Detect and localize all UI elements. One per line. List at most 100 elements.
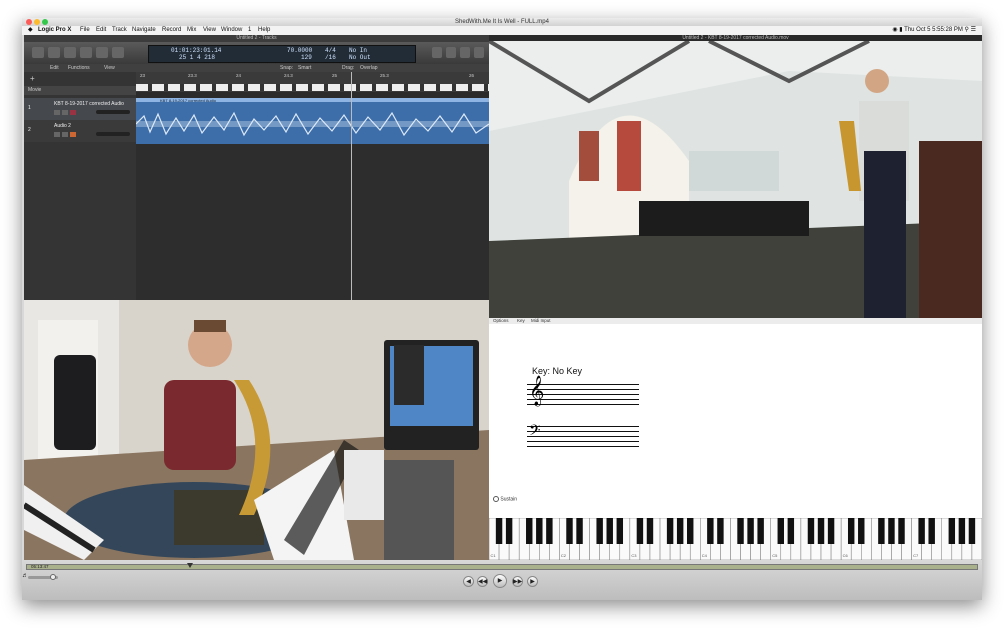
menu-window[interactable]: Window (221, 26, 242, 35)
toolbar-button[interactable] (64, 47, 76, 58)
volume-slider[interactable] (96, 132, 130, 136)
black-key[interactable] (666, 518, 674, 544)
audio-region[interactable]: KBT 8-19-2017 corrected Audio (136, 98, 489, 144)
menu-help[interactable]: Help (258, 26, 270, 35)
bar-ruler[interactable]: 23 23.3 24 24.3 25 25.3 26 (136, 72, 489, 92)
menu-file[interactable]: File (80, 26, 90, 35)
smart-controls-button[interactable] (96, 47, 108, 58)
black-key[interactable] (948, 518, 956, 544)
notification-center-icon[interactable]: ☰ (971, 27, 976, 33)
play-button[interactable]: ▶ (493, 574, 507, 588)
black-key[interactable] (636, 518, 644, 544)
arrange-area[interactable] (136, 144, 489, 300)
black-key[interactable] (536, 518, 543, 544)
black-key[interactable] (757, 518, 764, 544)
black-key[interactable] (707, 518, 714, 544)
notation-panel: Options Key Midi Input Key: No Key 𝄞 𝄢 S… (489, 318, 982, 518)
menu-navigate[interactable]: Navigate (132, 26, 156, 35)
black-key[interactable] (787, 518, 795, 544)
key-menu[interactable]: Key (517, 318, 525, 324)
black-key[interactable] (717, 518, 724, 544)
volume-slider[interactable] (96, 110, 130, 114)
menu-mix[interactable]: Mix (187, 26, 196, 35)
black-key[interactable] (495, 518, 503, 544)
wifi-icon[interactable]: ◉ (892, 27, 897, 33)
black-key[interactable] (878, 518, 885, 544)
black-key[interactable] (918, 518, 925, 544)
black-key[interactable] (546, 518, 553, 544)
inspector-button[interactable] (48, 47, 60, 58)
volume-slider[interactable]: ♬ (22, 573, 58, 580)
black-key[interactable] (606, 518, 613, 544)
black-key[interactable] (676, 518, 684, 544)
black-key[interactable] (646, 518, 654, 544)
clock[interactable]: Thu Oct 5 5:55:28 PM (904, 27, 963, 33)
snap-menu[interactable]: Smart (298, 64, 311, 72)
apple-menu-icon[interactable]: ◆ (28, 26, 33, 35)
drag-menu[interactable]: Overlap (360, 64, 378, 72)
solo-button[interactable] (62, 110, 68, 115)
loop-browser-button[interactable] (460, 47, 470, 58)
track-header-1[interactable]: 1 KBT 8-19-2017 corrected Audio (24, 98, 136, 120)
black-key[interactable] (616, 518, 624, 544)
black-key[interactable] (505, 518, 513, 544)
mute-button[interactable] (54, 110, 60, 115)
menu-track[interactable]: Track (112, 26, 127, 35)
black-key[interactable] (576, 518, 583, 544)
lcd-display[interactable]: 01:01:23:01.14 25 1 4 218 70.0000 129 4/… (148, 45, 416, 63)
scrub-bar[interactable]: 05:13:47 (26, 563, 978, 570)
black-key[interactable] (526, 518, 533, 544)
black-key[interactable] (968, 518, 976, 544)
black-key[interactable] (847, 518, 855, 544)
black-key[interactable] (687, 518, 694, 544)
midi-input-menu[interactable]: Midi Input (531, 318, 551, 324)
black-key[interactable] (747, 518, 754, 544)
mute-button[interactable] (54, 132, 60, 137)
black-key[interactable] (888, 518, 895, 544)
menu-edit[interactable]: Edit (96, 26, 106, 35)
list-editors-button[interactable] (432, 47, 442, 58)
black-key[interactable] (596, 518, 603, 544)
browsers-button[interactable] (474, 47, 484, 58)
functions-menu[interactable]: Functions (68, 64, 90, 72)
black-key[interactable] (928, 518, 935, 544)
menu-1[interactable]: 1 (248, 26, 251, 35)
menu-view[interactable]: View (203, 26, 216, 35)
next-chapter-button[interactable]: ▶ (527, 576, 538, 587)
bass-clef-icon: 𝄢 (529, 422, 541, 443)
record-arm-button[interactable] (70, 110, 76, 115)
edit-menu[interactable]: Edit (50, 64, 59, 72)
spotlight-search-icon[interactable]: ⚲ (965, 27, 969, 33)
battery-icon[interactable]: ▮ (899, 27, 902, 33)
ruler-mark: 24.3 (284, 73, 293, 78)
playhead[interactable] (351, 72, 352, 300)
black-key[interactable] (827, 518, 835, 544)
fast-forward-button[interactable]: ▶▶ (512, 576, 523, 587)
volume-knob[interactable] (50, 574, 56, 580)
piano-keyboard[interactable]: C1 C2 C3 C4 C5 C6 C7 (489, 518, 982, 560)
view-menu[interactable]: View (104, 64, 115, 72)
menu-record[interactable]: Record (162, 26, 181, 35)
mixer-button[interactable] (112, 47, 124, 58)
record-arm-button[interactable] (70, 132, 76, 137)
previous-chapter-button[interactable]: ◀ (463, 576, 474, 587)
black-key[interactable] (958, 518, 966, 544)
black-key[interactable] (817, 518, 825, 544)
track-header-2[interactable]: 2 Audio 2 (24, 120, 136, 142)
rewind-button[interactable]: ◀◀ (477, 576, 488, 587)
menu-app[interactable]: Logic Pro X (38, 26, 71, 35)
black-key[interactable] (898, 518, 905, 544)
options-menu[interactable]: Options (493, 318, 509, 324)
black-key[interactable] (566, 518, 573, 544)
black-key[interactable] (858, 518, 865, 544)
quick-help-button[interactable] (80, 47, 92, 58)
solo-button[interactable] (62, 132, 68, 137)
black-key[interactable] (807, 518, 815, 544)
scrub-handle[interactable] (187, 563, 193, 568)
piano-keys[interactable]: C1 C2 C3 C4 C5 C6 C7 (489, 518, 982, 560)
black-key[interactable] (737, 518, 744, 544)
black-key[interactable] (777, 518, 784, 544)
add-track-button[interactable]: + (30, 74, 35, 83)
library-button[interactable] (32, 47, 44, 58)
notepad-button[interactable] (446, 47, 456, 58)
